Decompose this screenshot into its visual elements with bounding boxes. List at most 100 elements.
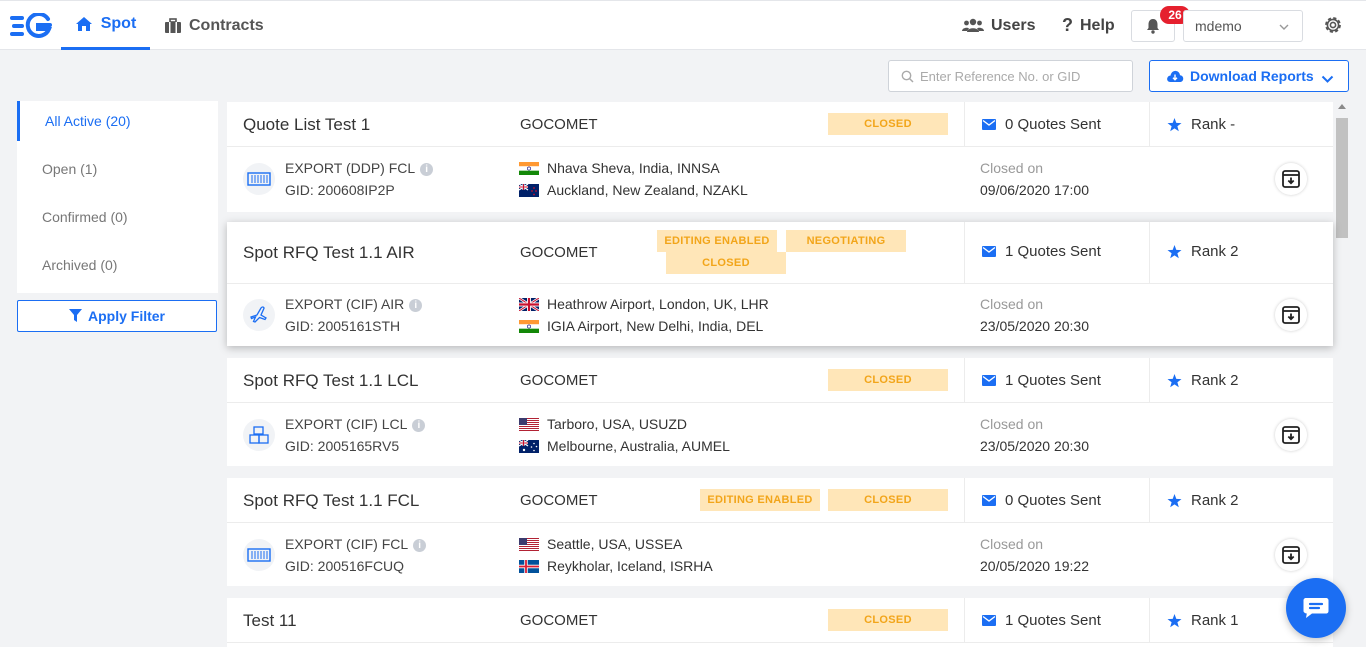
chat-widget-button[interactable] — [1286, 578, 1346, 638]
help-link[interactable]: ? Help — [1062, 1, 1115, 50]
origin-port: Tarboro, USA, USUZD — [547, 416, 688, 432]
status-tag-closed: CLOSED — [666, 252, 786, 274]
shipment-type: EXPORT (CIF) LCL — [285, 416, 408, 432]
company-name: GOCOMET — [520, 492, 598, 509]
rank-label: Rank 2 — [1191, 243, 1239, 260]
rfq-title[interactable]: Test 11 — [243, 611, 297, 631]
rank: Rank 1 — [1167, 612, 1239, 629]
reference-search[interactable] — [888, 60, 1133, 92]
filter-all-active-label: All Active (20) — [45, 113, 131, 129]
route: Tarboro, USA, USUZD Melbourne, Australia… — [519, 413, 730, 457]
divider — [1149, 102, 1150, 147]
rfq-title[interactable]: Spot RFQ Test 1.1 AIR — [243, 243, 415, 263]
australia-flag-icon — [519, 439, 539, 453]
status-tag-closed: CLOSED — [828, 113, 948, 135]
destination-port: Auckland, New Zealand, NZAKL — [547, 182, 748, 198]
quotes-sent: 1 Quotes Sent — [982, 612, 1101, 629]
info-icon[interactable]: i — [413, 538, 427, 552]
divider — [964, 222, 965, 284]
rfq-title[interactable]: Spot RFQ Test 1.1 LCL — [243, 371, 418, 391]
archive-button[interactable] — [1275, 299, 1307, 331]
apply-filter-button[interactable]: Apply Filter — [17, 300, 217, 332]
divider — [1149, 598, 1150, 643]
info-icon[interactable]: i — [420, 162, 434, 176]
info-icon[interactable]: i — [409, 298, 423, 312]
archive-icon — [1282, 170, 1300, 188]
india-flag-icon — [519, 161, 539, 175]
rfq-card[interactable]: Spot RFQ Test 1.1 FCL GOCOMET EDITING EN… — [227, 478, 1333, 586]
archive-button[interactable] — [1275, 419, 1307, 451]
india-flag-icon — [519, 319, 539, 333]
rfq-title[interactable]: Quote List Test 1 — [243, 115, 370, 135]
filter-archived-label: Archived (0) — [42, 257, 118, 273]
gear-icon[interactable] — [1322, 14, 1344, 41]
closed-on: Closed on 09/06/2020 17:00 — [980, 157, 1089, 201]
shipment-mode: EXPORT (CIF) AIR i GID: 2005161STH — [285, 293, 423, 337]
usa-flag-icon — [519, 417, 539, 431]
rfq-card[interactable]: Quote List Test 1 GOCOMET CLOSED 0 Quote… — [227, 102, 1333, 212]
destination-port: IGIA Airport, New Delhi, India, DEL — [547, 318, 764, 334]
uk-flag-icon — [519, 297, 539, 311]
envelope-icon — [982, 119, 996, 130]
scroll-up-arrow-icon[interactable] — [1338, 104, 1346, 109]
quotes-sent: 0 Quotes Sent — [982, 116, 1101, 133]
divider — [964, 598, 965, 643]
closed-on-date: 09/06/2020 17:00 — [980, 182, 1089, 198]
quotes-sent-label: 1 Quotes Sent — [1005, 612, 1101, 629]
airplane-icon — [243, 299, 275, 331]
rfq-card-header: Spot RFQ Test 1.1 FCL GOCOMET EDITING EN… — [227, 478, 1333, 523]
user-dropdown[interactable]: mdemo — [1183, 10, 1303, 42]
archive-button[interactable] — [1275, 163, 1307, 195]
company-name: GOCOMET — [520, 244, 598, 261]
tab-contracts-label: Contracts — [189, 16, 264, 34]
user-name: mdemo — [1195, 18, 1242, 34]
quotes-sent: 1 Quotes Sent — [982, 243, 1101, 260]
cloud-download-icon — [1166, 69, 1184, 83]
scrollbar-thumb[interactable] — [1336, 118, 1348, 238]
origin-port: Heathrow Airport, London, UK, LHR — [547, 296, 769, 312]
quotes-sent-label: 0 Quotes Sent — [1005, 116, 1101, 133]
usa-flag-icon — [519, 537, 539, 551]
shipment-type: EXPORT (CIF) FCL — [285, 536, 409, 552]
info-icon[interactable]: i — [412, 418, 426, 432]
rank: Rank 2 — [1167, 492, 1239, 509]
divider — [964, 358, 965, 403]
gocomet-logo-icon[interactable] — [10, 13, 52, 39]
status-tag-closed: CLOSED — [828, 609, 948, 631]
rank-label: Rank 1 — [1191, 612, 1239, 629]
star-icon — [1167, 244, 1182, 259]
archive-button[interactable] — [1275, 539, 1307, 571]
shipment-type: EXPORT (CIF) AIR — [285, 296, 405, 312]
envelope-icon — [982, 495, 996, 506]
closed-on-date: 23/05/2020 20:30 — [980, 318, 1089, 334]
status-tag-closed: CLOSED — [828, 489, 948, 511]
company-name: GOCOMET — [520, 372, 598, 389]
filter-all-active[interactable]: All Active (20) — [17, 101, 218, 141]
rfq-card-header: Quote List Test 1 GOCOMET CLOSED 0 Quote… — [227, 102, 1333, 147]
filter-archived[interactable]: Archived (0) — [17, 245, 218, 285]
users-link[interactable]: Users — [962, 1, 1035, 50]
chat-bubble-icon — [1302, 596, 1330, 620]
shipment-mode: EXPORT (DDP) FCL i GID: 200608IP2P — [285, 157, 434, 201]
container-icon — [243, 163, 275, 195]
status-tag-editing-enabled: EDITING ENABLED — [700, 489, 820, 511]
tab-spot[interactable]: Spot — [61, 1, 150, 50]
rfq-card[interactable]: Test 11 GOCOMET CLOSED 1 Quotes Sent Ran… — [227, 598, 1333, 647]
gid: GID: 200608IP2P — [285, 182, 395, 198]
filter-confirmed[interactable]: Confirmed (0) — [17, 197, 218, 237]
bell-icon — [1146, 18, 1160, 34]
search-input[interactable] — [920, 68, 1120, 84]
company-name: GOCOMET — [520, 612, 598, 629]
boxes-icon — [243, 419, 275, 451]
company-name: GOCOMET — [520, 116, 598, 133]
filter-open[interactable]: Open (1) — [17, 149, 218, 189]
tab-contracts[interactable]: Contracts — [165, 1, 264, 50]
rfq-card[interactable]: Spot RFQ Test 1.1 AIR GOCOMET EDITING EN… — [227, 222, 1333, 346]
rfq-card[interactable]: Spot RFQ Test 1.1 LCL GOCOMET CLOSED 1 Q… — [227, 358, 1333, 466]
download-reports-button[interactable]: Download Reports — [1149, 60, 1349, 92]
apply-filter-label: Apply Filter — [87, 308, 165, 324]
closed-on: Closed on 23/05/2020 20:30 — [980, 293, 1089, 337]
rfq-title[interactable]: Spot RFQ Test 1.1 FCL — [243, 491, 419, 511]
closed-on-label: Closed on — [980, 536, 1044, 552]
closed-on-date: 23/05/2020 20:30 — [980, 438, 1089, 454]
